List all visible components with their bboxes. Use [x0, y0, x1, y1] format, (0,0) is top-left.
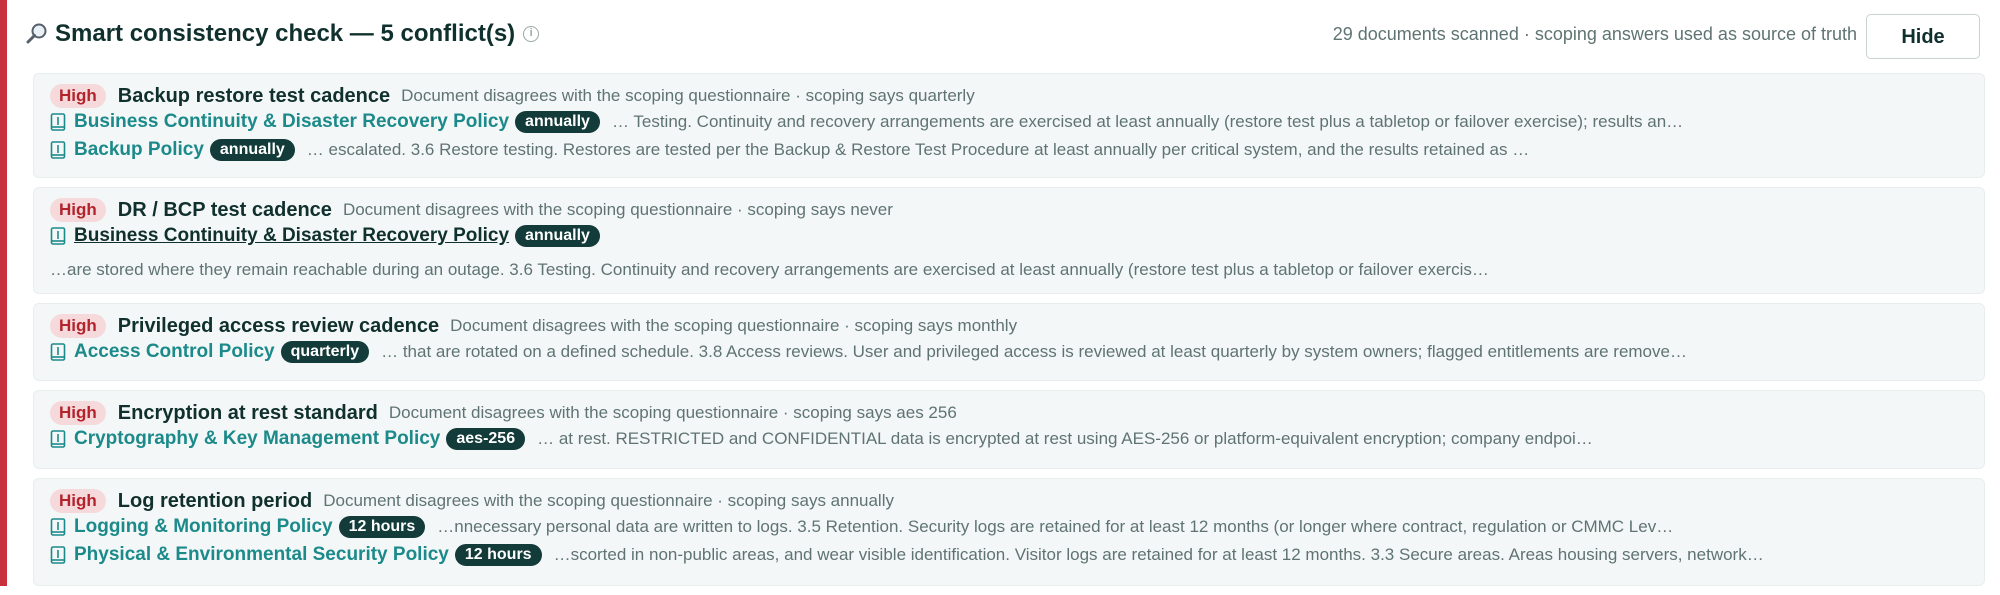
conflict-header: High Privileged access review cadence Do… — [50, 314, 1968, 338]
document-snippet: … escalated. 3.6 Restore testing. Restor… — [306, 140, 1530, 159]
page-title: Smart consistency check — 5 conflict(s) — [55, 20, 516, 47]
document-snippet: … Testing. Continuity and recovery arran… — [611, 112, 1684, 131]
scan-summary: 29 documents scanned · scoping answers u… — [1332, 24, 1857, 44]
document-snippet: …nnecessary personal data are written to… — [437, 517, 1674, 536]
conflict-header: High Log retention period Document disag… — [50, 489, 1968, 513]
document-snippet: …scorted in non-public areas, and wear v… — [553, 545, 1764, 564]
hide-button[interactable]: Hide — [1866, 14, 1980, 59]
document-row: Cryptography & Key Management Policy aes… — [50, 425, 1968, 453]
document-icon — [50, 518, 66, 536]
document-link[interactable]: Backup Policy — [74, 139, 204, 161]
info-icon[interactable]: i — [523, 26, 540, 42]
document-icon — [50, 227, 66, 245]
document-icon — [50, 343, 66, 361]
conflict-title: Privileged access review cadence — [117, 314, 440, 337]
document-link[interactable]: Access Control Policy — [74, 341, 275, 363]
conflict-title: Encryption at rest standard — [117, 401, 378, 424]
conflict-description: Document disagrees with the scoping ques… — [342, 200, 893, 219]
conflict-description: Document disagrees with the scoping ques… — [450, 316, 1018, 335]
conflict-title: DR / BCP test cadence — [117, 198, 332, 221]
detected-value-pill: 12 hours — [454, 544, 542, 566]
document-link[interactable]: Logging & Monitoring Policy — [74, 516, 333, 538]
conflict-card: High Privileged access review cadence Do… — [33, 303, 1985, 381]
conflict-card: High Encryption at rest standard Documen… — [33, 390, 1985, 469]
conflict-card: High Backup restore test cadence Documen… — [33, 73, 1985, 178]
document-row: Business Continuity & Disaster Recovery … — [50, 108, 1968, 136]
detected-value-pill: annually — [209, 139, 295, 161]
conflict-card: High DR / BCP test cadence Document disa… — [33, 187, 1985, 294]
header-left: Smart consistency check — 5 conflict(s) … — [25, 20, 540, 48]
document-link[interactable]: Business Continuity & Disaster Recovery … — [74, 111, 509, 133]
document-icon — [50, 430, 66, 448]
conflict-title: Backup restore test cadence — [117, 84, 391, 107]
detected-value-pill: annually — [515, 111, 600, 133]
document-row: Business Continuity & Disaster Recovery … — [50, 222, 1968, 250]
conflict-description: Document disagrees with the scoping ques… — [323, 491, 894, 510]
document-row: Physical & Environmental Security Policy… — [50, 541, 1968, 569]
document-link[interactable]: Physical & Environmental Security Policy — [74, 544, 449, 566]
severity-badge: High — [50, 401, 106, 425]
severity-badge: High — [50, 314, 106, 338]
document-row: Backup Policy annually … escalated. 3.6 … — [50, 136, 1968, 164]
document-icon — [50, 546, 66, 564]
conflict-header: High DR / BCP test cadence Document disa… — [50, 198, 1968, 222]
document-row: Logging & Monitoring Policy 12 hours …nn… — [50, 513, 1968, 541]
conflict-header: High Encryption at rest standard Documen… — [50, 401, 1968, 425]
consistency-check-panel: Smart consistency check — 5 conflict(s) … — [0, 0, 2000, 586]
detected-value-pill: aes-256 — [446, 428, 526, 450]
detected-value-pill: 12 hours — [338, 516, 426, 538]
conflict-header: High Backup restore test cadence Documen… — [50, 84, 1968, 108]
severity-badge: High — [50, 84, 106, 108]
document-link[interactable]: Business Continuity & Disaster Recovery … — [74, 225, 509, 247]
document-snippet: … that are rotated on a defined schedule… — [381, 342, 1687, 361]
conflict-title: Log retention period — [117, 489, 313, 512]
conflict-card: High Log retention period Document disag… — [33, 478, 1985, 586]
document-icon — [50, 141, 66, 159]
severity-badge: High — [50, 198, 106, 222]
panel-header: Smart consistency check — 5 conflict(s) … — [7, 14, 2000, 60]
conflict-description: Document disagrees with the scoping ques… — [401, 86, 975, 105]
document-snippet: … at rest. RESTRICTED and CONFIDENTIAL d… — [537, 429, 1593, 448]
conflict-list: High Backup restore test cadence Documen… — [33, 73, 1985, 595]
document-icon — [50, 113, 66, 131]
conflict-description: Document disagrees with the scoping ques… — [388, 403, 957, 422]
severity-badge: High — [50, 489, 106, 513]
document-snippet: …are stored where they remain reachable … — [50, 260, 1489, 279]
document-row: Access Control Policy quarterly … that a… — [50, 338, 1968, 366]
document-link[interactable]: Cryptography & Key Management Policy — [74, 428, 440, 450]
detected-value-pill: annually — [515, 225, 600, 247]
detected-value-pill: quarterly — [280, 341, 370, 363]
search-icon — [26, 23, 47, 44]
